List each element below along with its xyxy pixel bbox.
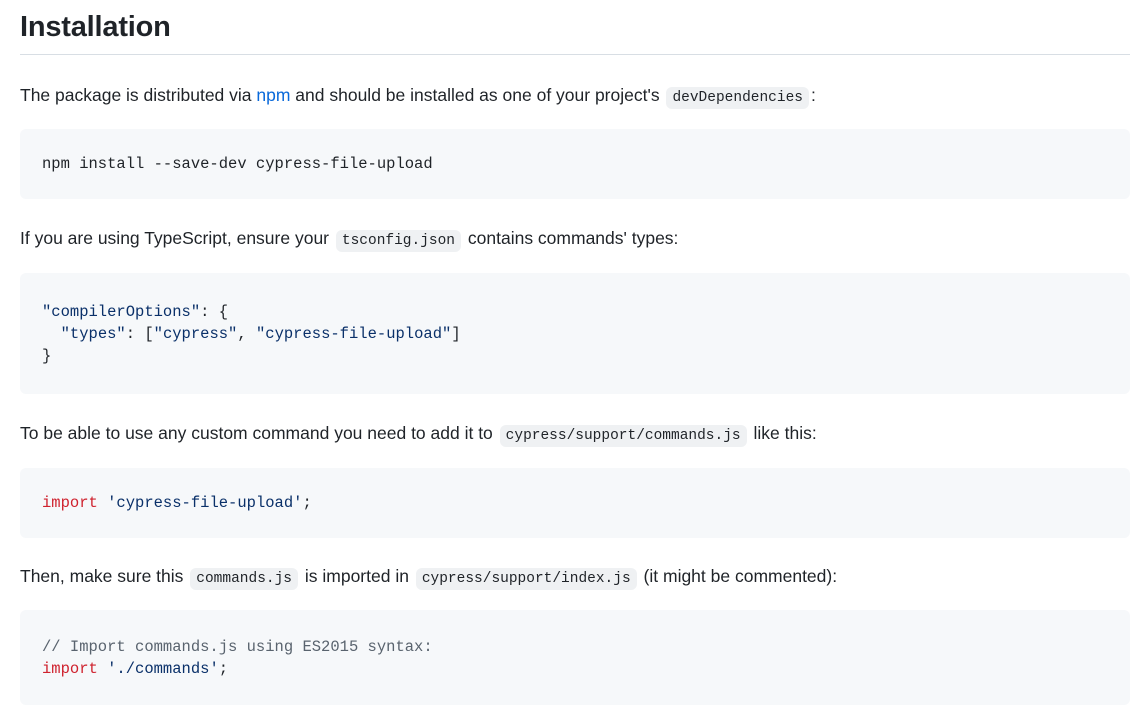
code-line: "compilerOptions": { — [42, 301, 1108, 323]
code-block-import[interactable]: import 'cypress-file-upload'; — [20, 468, 1130, 538]
code-block-npm-install[interactable]: npm install --save-dev cypress-file-uplo… — [20, 129, 1130, 199]
readme-section: Installation The package is distributed … — [0, 0, 1146, 720]
inline-code-commands-js: commands.js — [190, 568, 298, 590]
text: If you are using TypeScript, ensure your — [20, 228, 330, 248]
paragraph-index-import: Then, make sure this commands.js is impo… — [20, 562, 837, 593]
code-token: ] — [451, 324, 461, 343]
text: is imported in — [304, 566, 409, 586]
code-block-tsconfig[interactable]: "compilerOptions": { "types": ["cypress"… — [20, 273, 1130, 394]
text: : — [810, 85, 816, 105]
code-line: "types": ["cypress", "cypress-file-uploa… — [42, 323, 1108, 345]
code-token: "types" — [60, 324, 126, 343]
text: like this: — [753, 423, 817, 443]
paragraph-typescript: If you are using TypeScript, ensure your… — [20, 224, 678, 255]
text: and should be installed as one of your p… — [290, 85, 660, 105]
code-token: import — [42, 494, 98, 512]
code-token: './commands' — [107, 659, 219, 678]
text: To be able to use any custom command you… — [20, 423, 493, 443]
code-block-index[interactable]: // Import commands.js using ES2015 synta… — [20, 610, 1130, 705]
code-token: 'cypress-file-upload' — [107, 494, 303, 512]
code-line: import 'cypress-file-upload'; — [42, 492, 1108, 514]
paragraph-custom-command: To be able to use any custom command you… — [20, 419, 817, 450]
inline-code-tsconfig: tsconfig.json — [335, 230, 462, 252]
code-token: import — [42, 659, 98, 678]
code-comment: // Import commands.js using ES2015 synta… — [42, 637, 433, 656]
code-token: , — [237, 324, 256, 343]
code-token: "cypress" — [153, 324, 238, 343]
text: Then, make sure this — [20, 566, 184, 586]
text: (it might be commented): — [643, 566, 838, 586]
code-token: "compilerOptions" — [42, 302, 201, 321]
code-line: npm install --save-dev cypress-file-uplo… — [42, 155, 433, 173]
code-line: import './commands'; — [42, 658, 1108, 680]
heading-divider — [20, 54, 1130, 55]
inline-code-devdependencies: devDependencies — [666, 87, 809, 109]
code-token: "cypress-file-upload" — [255, 324, 452, 343]
text: The package is distributed via — [20, 85, 257, 105]
section-heading: Installation — [20, 11, 171, 43]
code-token: ; — [218, 659, 229, 678]
inline-code-index-path: cypress/support/index.js — [415, 568, 637, 590]
paragraph-npm: The package is distributed via npm and s… — [20, 81, 816, 112]
code-line: } — [42, 346, 52, 365]
code-token: : [ — [125, 324, 154, 343]
inline-code-commands-path: cypress/support/commands.js — [499, 425, 747, 447]
npm-link[interactable]: npm — [256, 85, 290, 105]
code-token: ; — [302, 494, 312, 512]
text: contains commands' types: — [467, 228, 679, 248]
code-token: : { — [200, 302, 229, 321]
